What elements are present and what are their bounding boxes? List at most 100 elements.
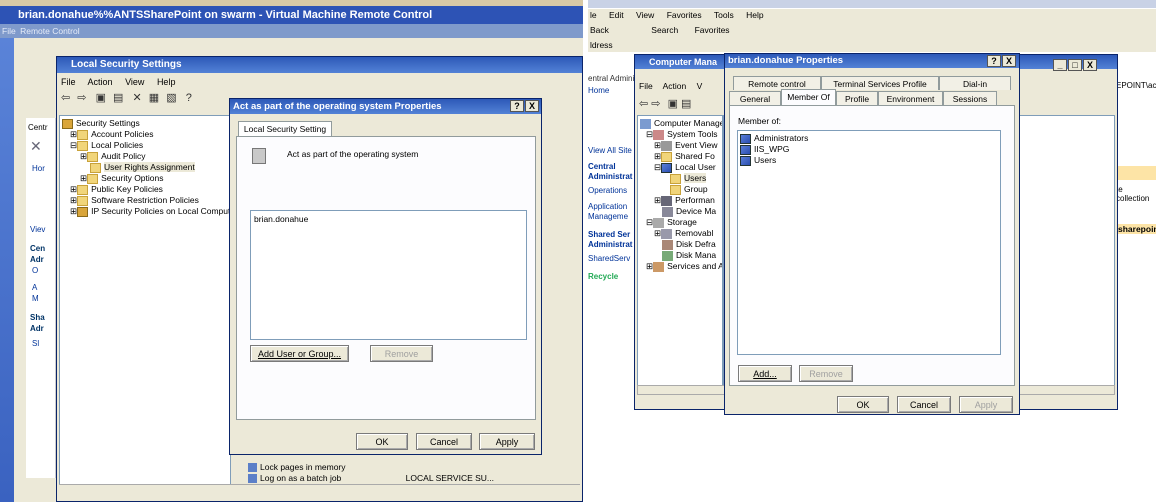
frag-o[interactable]: O [26,265,55,276]
tree-software-restriction[interactable]: ⊞ Software Restriction Policies [62,195,228,206]
browser-menu-view[interactable]: View [636,10,654,20]
browser-menu-edit[interactable]: Edit [609,10,624,20]
search-button[interactable]: Search [651,25,678,35]
back-button[interactable]: Back [590,25,609,35]
nav-sharedserv[interactable]: SharedServ [588,254,636,264]
remove-button[interactable]: Remove [370,345,433,362]
tree-groups[interactable]: Group [640,184,720,195]
tree-audit-policy[interactable]: ⊞ Audit Policy [62,151,228,162]
tree-ip-security[interactable]: ⊞ IP Security Policies on Local Computer [62,206,238,217]
frag-view[interactable]: Viev [26,224,55,235]
tree-system-tools[interactable]: ⊟ System Tools [640,129,720,140]
frag-a[interactable]: A [26,282,55,293]
tree-event-viewer[interactable]: ⊞ Event View [640,140,720,151]
tree-storage[interactable]: ⊟ Storage [640,217,720,228]
compmgmt-close-button[interactable]: X [1083,59,1097,71]
tab-member-of[interactable]: Member Of [781,89,836,106]
tab-general[interactable]: General [729,91,781,106]
delete-icon[interactable]: ✕ [133,92,142,104]
dialog-close-button[interactable]: X [525,100,539,112]
tree-public-key[interactable]: ⊞ Public Key Policies [62,184,228,195]
properties-icon[interactable]: ▦ [149,92,159,104]
add-user-or-group-button[interactable]: Add User or Group... [250,345,349,362]
lss-menu-view[interactable]: View [125,77,144,87]
up-icon[interactable]: ▣ [96,92,106,104]
ok-button[interactable]: OK [356,433,408,450]
forward-icon[interactable]: ⇨ [77,92,86,104]
tab-sessions[interactable]: Sessions [943,91,997,106]
frag-m[interactable]: M [26,293,55,304]
groups-listbox[interactable]: Administrators IIS_WPG Users [737,130,1001,355]
tree-user-rights[interactable]: User Rights Assignment [62,162,228,173]
compmgmt-min-button[interactable]: _ [1053,59,1067,71]
tab-environment[interactable]: Environment [878,91,943,106]
tab-local-security-setting[interactable]: Local Security Setting [238,121,332,137]
browser-menu-tools[interactable]: Tools [714,10,734,20]
user-dialog-close-button[interactable]: X [1002,55,1016,67]
user-apply-button[interactable]: Apply [959,396,1013,413]
cancel-button[interactable]: Cancel [416,433,472,450]
lss-menu-file[interactable]: File [61,77,76,87]
back-icon[interactable]: ⇦ [639,98,648,110]
frag-sl[interactable]: Sl [26,338,55,349]
favorites-button[interactable]: Favorites [695,25,730,35]
browser-menu-help[interactable]: Help [746,10,763,20]
tree-disk-defrag[interactable]: Disk Defra [640,239,720,250]
tree-services[interactable]: ⊞ Services and A [640,261,722,272]
tree-device-manager[interactable]: Device Ma [640,206,720,217]
tree-security-settings[interactable]: Security Settings [62,118,228,129]
tab-terminal-services[interactable]: Terminal Services Profile [821,76,939,90]
tab-profile[interactable]: Profile [836,91,878,106]
remove-group-button[interactable]: Remove [799,365,853,382]
user-dialog-help-button[interactable]: ? [987,55,1001,67]
forward-icon[interactable]: ⇨ [651,98,660,110]
frag-hor[interactable]: Hor [26,163,55,174]
group-item[interactable]: Administrators [740,133,998,144]
back-icon[interactable]: ⇦ [61,92,70,104]
lss-menu-help[interactable]: Help [157,77,176,87]
nav-home[interactable]: Home [588,86,636,96]
entries-listbox[interactable]: brian.donahue [250,210,527,340]
tree-local-policies[interactable]: ⊟ Local Policies [62,140,228,151]
browser-menu-file[interactable]: le [590,10,597,20]
export-icon[interactable]: ▧ [166,92,176,104]
tab-remote-control[interactable]: Remote control [733,76,821,90]
group-item[interactable]: IIS_WPG [740,144,998,155]
cm-menu-v[interactable]: V [697,81,703,91]
cm-menu-action[interactable]: Action [663,81,687,91]
lss-list-row[interactable]: Lock pages in memory [248,462,346,473]
cm-menu-file[interactable]: File [639,81,653,91]
tree-disk-management[interactable]: Disk Mana [640,250,720,261]
user-ok-button[interactable]: OK [837,396,889,413]
help-icon[interactable]: ? [186,92,192,104]
tree-security-options[interactable]: ⊞ Security Options [62,173,228,184]
tree-local-users[interactable]: ⊟ Local User [640,162,720,173]
dialog-help-button[interactable]: ? [510,100,524,112]
nav-central-admin[interactable]: entral Admini [588,74,636,84]
entry-item[interactable]: brian.donahue [254,214,523,224]
user-cancel-button[interactable]: Cancel [897,396,951,413]
nav-view-all[interactable]: View All Site [588,146,636,156]
tree-computer-management[interactable]: Computer Manage [640,118,722,129]
tree-shared-folders[interactable]: ⊞ Shared Fo [640,151,720,162]
nav-application[interactable]: Application [588,202,636,212]
group-item[interactable]: Users [740,155,998,166]
nav-operations[interactable]: Operations [588,186,636,196]
compmgmt-max-button[interactable]: □ [1068,59,1082,71]
nav-recycle[interactable]: Recycle [588,272,636,282]
tree-removable[interactable]: ⊞ Removabl [640,228,720,239]
tree-users[interactable]: Users [640,173,720,184]
tab-dial-in[interactable]: Dial-in [939,76,1011,90]
nav-manageme[interactable]: Manageme [588,212,636,222]
add-group-button[interactable]: Add... [738,365,792,382]
vm-menu-remote[interactable]: Remote Control [20,26,80,36]
lss-list-row[interactable]: Log on as a batch job LOCAL SERVICE SU..… [248,474,494,483]
browser-menu-favorites[interactable]: Favorites [667,10,702,20]
show-tree-icon[interactable]: ▤ [113,92,123,104]
lss-menu-action[interactable]: Action [88,77,113,87]
tree-account-policies[interactable]: ⊞ Account Policies [62,129,228,140]
up-icon[interactable]: ▣ [668,98,678,110]
tree-performance[interactable]: ⊞ Performan [640,195,720,206]
apply-button[interactable]: Apply [479,433,535,450]
show-tree-icon[interactable]: ▤ [681,98,691,110]
